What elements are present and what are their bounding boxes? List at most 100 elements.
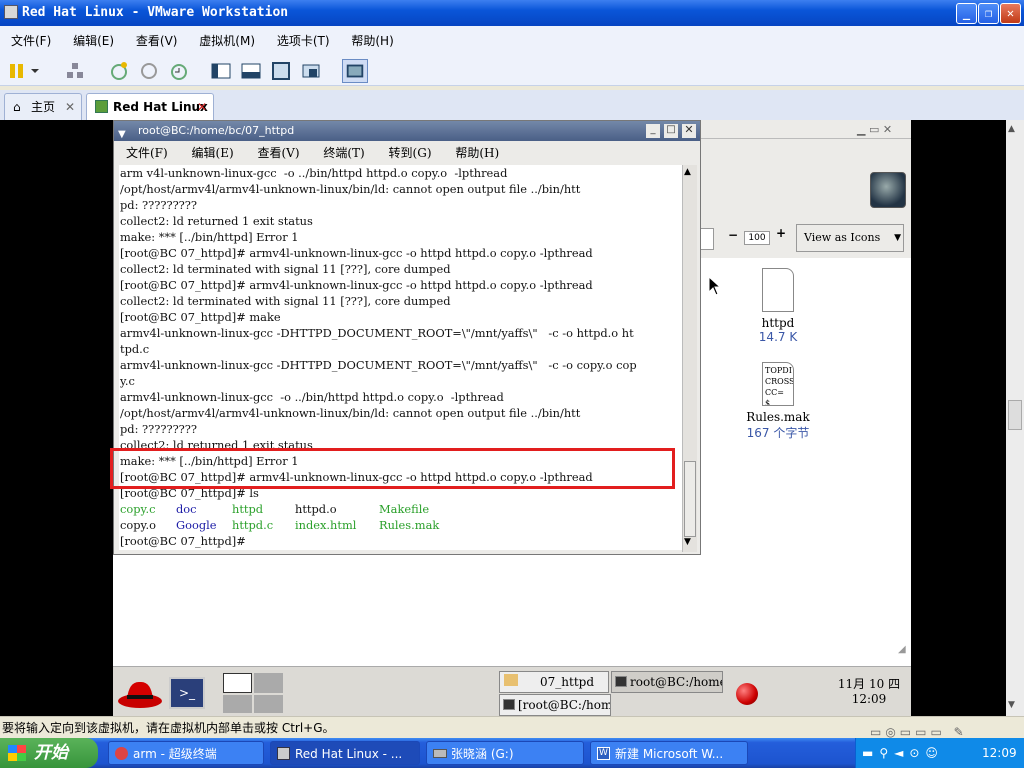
- close-icon[interactable]: ✕: [197, 94, 207, 120]
- maximize-button[interactable]: ❐: [978, 3, 999, 24]
- file-icon: [762, 268, 794, 312]
- fullscreen-icon[interactable]: [270, 60, 292, 82]
- pause-icon[interactable]: [6, 60, 28, 82]
- chevron-down-icon: ▼: [894, 233, 901, 243]
- redhat-menu-icon[interactable]: [117, 675, 163, 709]
- task-hyperterminal[interactable]: arm - 超级终端: [108, 741, 264, 765]
- file-manager-content[interactable]: httpd 14.7 K TOPDI CROSS CC= $ Rules.mak…: [700, 258, 911, 668]
- terminal-output[interactable]: arm v4l-unknown-linux-gcc -o ../bin/http…: [119, 165, 682, 550]
- console-view-icon[interactable]: [342, 59, 368, 83]
- menu-view[interactable]: 查看(V): [136, 34, 178, 48]
- vmware-statusbar: 要将输入定向到该虚拟机，请在虚拟机内部单击或按 Ctrl+G。 ▭◎▭▭▭ ✎: [0, 716, 1024, 739]
- scroll-down-icon[interactable]: ▼: [684, 537, 691, 547]
- terminal-line: [root@BC 07_httpd]# make: [120, 310, 281, 324]
- snapshot-icon[interactable]: [108, 60, 130, 82]
- guest-clock[interactable]: 11月 10 四 12:09: [831, 677, 907, 707]
- tab-red-hat-linux[interactable]: Red Hat Linux ✕: [86, 93, 214, 120]
- menu-vm[interactable]: 虚拟机(M): [199, 34, 255, 48]
- snapshot-manager-icon[interactable]: [168, 60, 190, 82]
- workspace-4[interactable]: [254, 695, 283, 713]
- location-field[interactable]: [700, 228, 714, 250]
- scroll-thumb[interactable]: [1008, 400, 1022, 430]
- resize-grip-icon[interactable]: ◢: [898, 644, 906, 655]
- workspace-3[interactable]: [223, 695, 252, 713]
- task-label: 张晓涵 (G:): [451, 747, 514, 761]
- terminal-line: pd: ?????????: [120, 198, 198, 212]
- close-button[interactable]: ✕: [1000, 3, 1021, 24]
- zoom-out-icon[interactable]: −: [728, 228, 738, 242]
- terminal-menu-edit[interactable]: 编辑(E): [192, 146, 234, 160]
- tab-home[interactable]: ⌂ 主页 ✕: [4, 93, 82, 120]
- quick-switch-icon[interactable]: [240, 60, 262, 82]
- terminal-line: armv4l-unknown-linux-gcc -DHTTPD_DOCUMEN…: [120, 326, 634, 340]
- terminal-launcher-icon[interactable]: >_: [169, 677, 205, 709]
- terminal-close-button[interactable]: ✕: [682, 124, 696, 138]
- terminal-window[interactable]: ▼ root@BC:/home/bc/07_httpd _ □ ✕ 文件(F) …: [113, 120, 701, 555]
- terminal-prompt: [root@BC 07_httpd]#: [120, 534, 246, 548]
- terminal-menu-file[interactable]: 文件(F): [126, 146, 168, 160]
- home-icon: ⌂: [13, 100, 21, 114]
- scroll-down-icon[interactable]: ▼: [1008, 700, 1015, 710]
- update-alert-icon[interactable]: [736, 683, 758, 705]
- zoom-in-icon[interactable]: +: [776, 226, 786, 240]
- terminal-menu-view[interactable]: 查看(V): [257, 146, 299, 160]
- ls-entry: httpd.o: [295, 502, 337, 516]
- terminal-line: arm v4l-unknown-linux-gcc -o ../bin/http…: [120, 166, 508, 180]
- terminal-line: armv4l-unknown-linux-gcc -DHTTPD_DOCUMEN…: [120, 358, 637, 372]
- sidebar-icon[interactable]: [210, 60, 232, 82]
- terminal-scrollbar[interactable]: ▲ ▼: [682, 165, 697, 552]
- terminal-menu-goto[interactable]: 转到(G): [389, 146, 432, 160]
- unity-icon[interactable]: [300, 60, 322, 82]
- terminal-line: /opt/host/armv4l/armv4l-unknown-linux/bi…: [120, 406, 581, 420]
- scroll-up-icon[interactable]: ▲: [1008, 124, 1015, 134]
- hyperterminal-icon: [115, 747, 128, 760]
- tray-icons[interactable]: ▬⚲◄⊙☺: [862, 738, 944, 768]
- task-word[interactable]: W 新建 Microsoft W...: [590, 741, 748, 765]
- panel-task-07-httpd[interactable]: 07_httpd: [499, 671, 609, 693]
- task-vmware[interactable]: Red Hat Linux - ...: [270, 741, 420, 765]
- terminal-icon: [503, 699, 515, 710]
- revert-icon[interactable]: [138, 60, 160, 82]
- terminal-menu-help[interactable]: 帮助(H): [455, 146, 499, 160]
- file-item[interactable]: TOPDI CROSS CC= $ Rules.mak 167 个字节: [730, 362, 826, 441]
- tray-clock[interactable]: 12:09: [982, 738, 1017, 768]
- workspace-1[interactable]: [223, 673, 252, 693]
- ls-entry: Google: [176, 518, 217, 532]
- task-drive[interactable]: 张晓涵 (G:): [426, 741, 584, 765]
- panel-task-terminal-2[interactable]: [root@BC:/home/: [499, 694, 611, 716]
- workspace-2[interactable]: [254, 673, 283, 693]
- window-titlebar: Red Hat Linux - VMware Workstation _ ❐ ✕: [0, 0, 1024, 26]
- network-icon[interactable]: [64, 60, 86, 82]
- close-icon[interactable]: ✕: [65, 94, 75, 120]
- start-label: 开始: [34, 743, 68, 763]
- terminal-line: y.c: [120, 374, 135, 388]
- scroll-thumb[interactable]: [684, 461, 696, 537]
- panel-task-label: 07_httpd: [540, 675, 595, 689]
- start-button[interactable]: 开始: [0, 738, 98, 768]
- menu-edit[interactable]: 编辑(E): [73, 34, 114, 48]
- view-as-select[interactable]: View as Icons ▼: [796, 224, 904, 252]
- workspace-switcher[interactable]: [223, 673, 283, 713]
- file-size: 167 个字节: [746, 426, 810, 440]
- menu-tabs[interactable]: 选项卡(T): [277, 34, 330, 48]
- tab-home-label: 主页: [31, 100, 56, 114]
- file-item[interactable]: httpd 14.7 K: [738, 268, 818, 344]
- terminal-minimize-button[interactable]: _: [646, 124, 660, 138]
- menu-file[interactable]: 文件(F): [11, 34, 51, 48]
- minimize-button[interactable]: _: [956, 3, 977, 24]
- panel-task-terminal[interactable]: root@BC:/home/b: [611, 671, 723, 693]
- file-preview: TOPDI CROSS CC= $: [762, 362, 794, 406]
- terminal-menu-terminal[interactable]: 终端(T): [323, 146, 364, 160]
- folder-icon: [504, 674, 518, 686]
- terminal-icon: [615, 676, 627, 687]
- vm-vertical-scrollbar[interactable]: ▲ ▼: [1006, 120, 1024, 716]
- scroll-up-icon[interactable]: ▲: [684, 167, 691, 177]
- chevron-down-icon[interactable]: [28, 60, 42, 82]
- status-text: 要将输入定向到该虚拟机，请在虚拟机内部单击或按 Ctrl+G。: [2, 721, 335, 735]
- file-manager-window-controls[interactable]: ▁ ▭ ✕: [857, 123, 892, 136]
- terminal-maximize-button[interactable]: □: [664, 124, 678, 138]
- terminal-line: collect2: ld terminated with signal 11 […: [120, 262, 451, 276]
- vmware-icon: [277, 747, 290, 760]
- system-tray: ▬⚲◄⊙☺ 12:09: [855, 738, 1024, 768]
- menu-help[interactable]: 帮助(H): [351, 34, 393, 48]
